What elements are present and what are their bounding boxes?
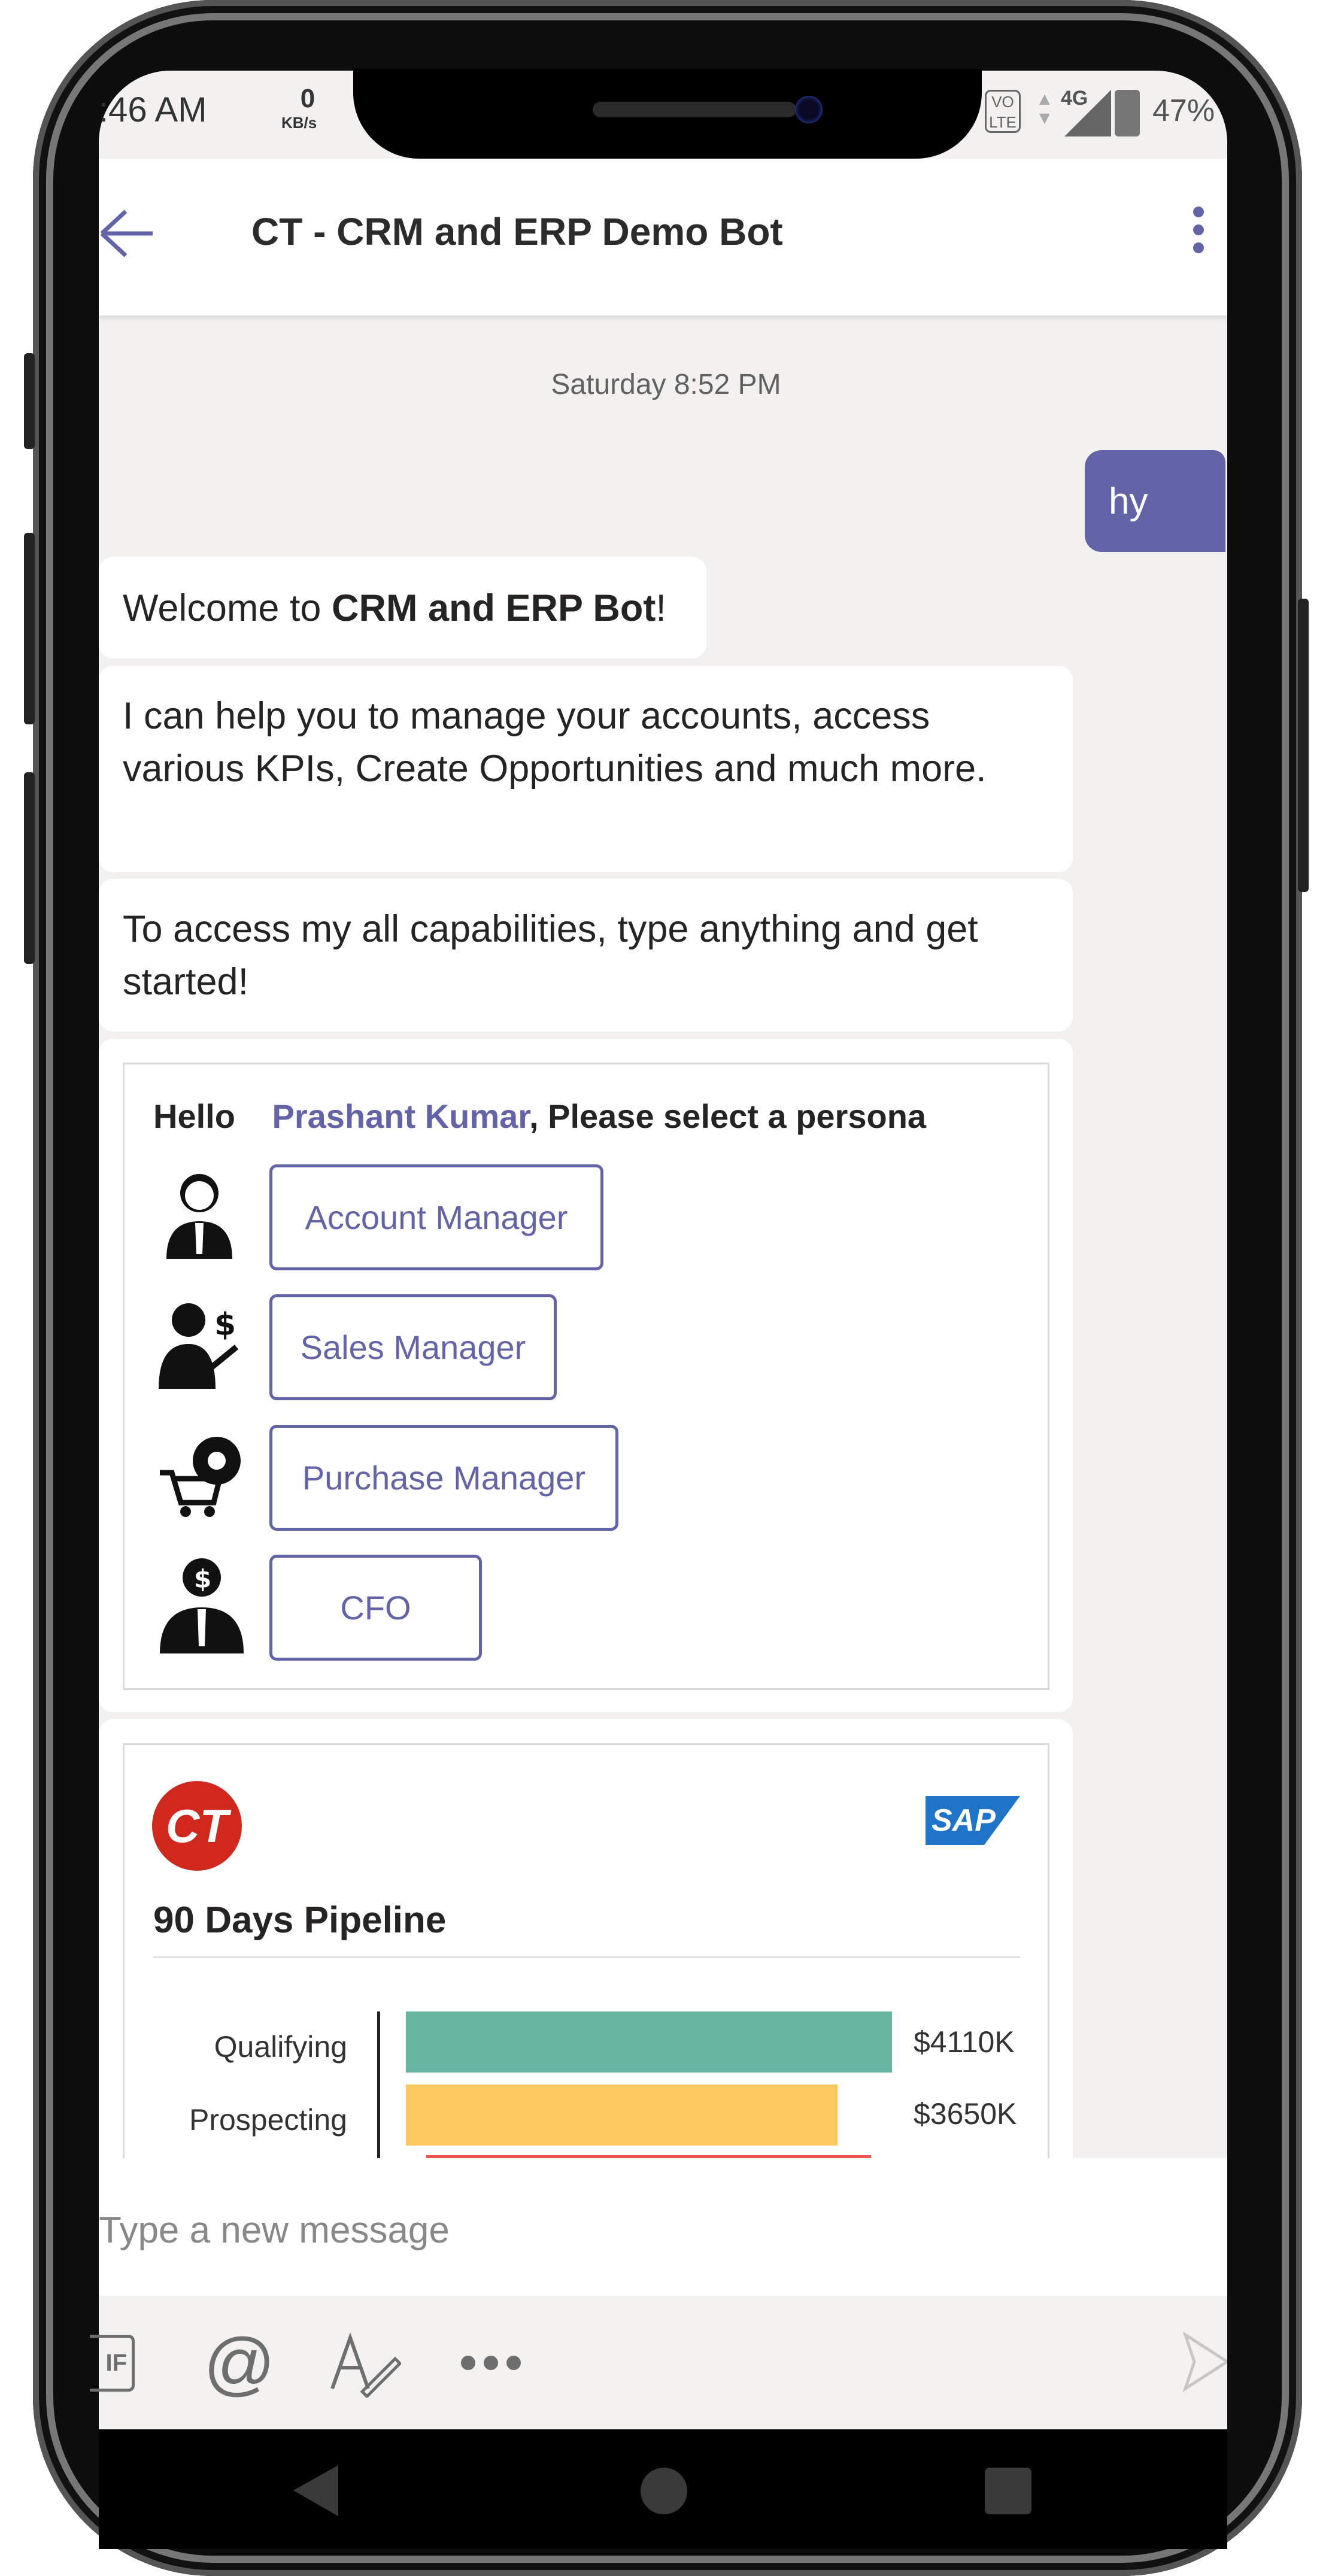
nav-recents-icon[interactable] [985,2468,1031,2514]
bar-value-prospecting: $3650K [914,2097,1017,2131]
bot-welcome-bubble: Welcome to CRM and ERP Bot! [99,557,706,659]
volte-icon: VO LTE [985,90,1021,133]
bot-start-bubble: To access my all capabilities, type anyt… [99,879,1073,1031]
send-icon[interactable] [1182,2332,1227,2392]
greeting-hello: Hello [153,1097,235,1135]
speaker-grill [593,102,796,117]
purchase-manager-button[interactable]: Purchase Manager [269,1425,618,1531]
net-speed-unit: KB/s [281,114,317,132]
cfo-icon: $ [160,1558,244,1653]
user-name: Prashant Kumar [272,1097,529,1135]
ct-logo-text: CT [166,1799,228,1852]
side-button [1298,599,1309,892]
net-speed-value: 0 [300,84,315,113]
welcome-prefix: Welcome to [123,587,332,629]
account-manager-icon [166,1174,232,1259]
gif-icon[interactable]: IF [90,2335,135,2392]
account-manager-button[interactable]: Account Manager [269,1164,603,1270]
persona-card [123,1063,1049,1690]
bot-help-bubble: I can help you to manage your accounts, … [99,666,1073,872]
more-options-icon[interactable] [1193,207,1205,253]
user-message-bubble: hy [1085,450,1225,552]
message-input[interactable]: Type a new message [99,2209,450,2252]
sap-logo-text: SAP [932,1803,996,1838]
back-arrow-icon[interactable] [96,207,156,260]
svg-text:$: $ [214,1307,236,1343]
sales-manager-button[interactable]: Sales Manager [269,1294,557,1400]
bar-prospecting [406,2085,838,2146]
nav-home-icon[interactable] [641,2468,687,2514]
mention-icon[interactable]: @ [204,2323,275,2404]
side-button [24,353,35,449]
cfo-button[interactable]: CFO [269,1555,482,1661]
signal-icon [1064,90,1111,136]
bar-value-qualifying: $4110K [914,2025,1015,2059]
battery-percent: 47% [1152,93,1215,128]
purchase-manager-icon [160,1437,241,1517]
battery-icon [1115,90,1140,136]
nav-back-icon[interactable] [293,2465,338,2516]
data-arrows-icon: ▲ ▼ [1036,89,1054,128]
title-divider [153,1956,1020,1958]
more-icon[interactable] [461,2356,521,2373]
svg-text:$: $ [194,1564,211,1594]
message-timestamp: Saturday 8:52 PM [551,369,781,400]
bar-label-prospecting: Prospecting [189,2103,347,2137]
side-button [24,533,35,724]
side-button [24,772,35,964]
bar-qualifying [406,2011,892,2073]
status-time: :46 AM [99,90,207,129]
format-icon[interactable] [329,2332,401,2398]
persona-prompt: , Please select a persona [529,1097,927,1135]
bar-label-qualifying: Qualifying [214,2030,347,2064]
sales-manager-icon: $ [159,1303,239,1389]
welcome-suffix: ! [656,587,666,629]
front-camera [795,96,823,123]
bot-name: CRM and ERP Bot [331,587,656,629]
pipeline-title: 90 Days Pipeline [153,1900,447,1941]
persona-greeting: Hello Prashant Kumar, Please select a pe… [153,1097,926,1136]
chat-title: CT - CRM and ERP Demo Bot [251,210,783,253]
ct-logo: CT [152,1781,242,1871]
